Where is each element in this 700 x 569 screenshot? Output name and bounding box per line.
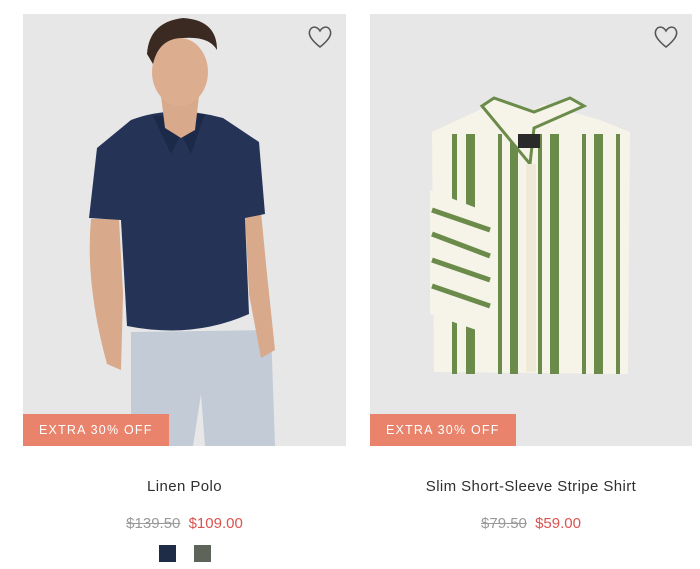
sale-price: $109.00 — [188, 515, 243, 532]
color-swatches — [23, 545, 346, 562]
product-image-linen-polo[interactable]: EXTRA 30% OFF — [23, 14, 346, 446]
wishlist-heart-icon[interactable] — [652, 24, 680, 50]
product-card-stripe-shirt[interactable]: EXTRA 30% OFF Slim Short-Sleeve Stripe S… — [370, 0, 692, 569]
price-line: $139.50 $109.00 — [23, 515, 346, 532]
discount-badge: EXTRA 30% OFF — [370, 414, 516, 446]
original-price: $79.50 — [481, 515, 527, 532]
original-price: $139.50 — [126, 515, 181, 532]
sale-price: $59.00 — [535, 515, 581, 532]
product-name[interactable]: Slim Short-Sleeve Stripe Shirt — [370, 478, 692, 495]
product-card-linen-polo[interactable]: EXTRA 30% OFF Linen Polo $139.50 $109.00 — [23, 0, 346, 569]
product-name[interactable]: Linen Polo — [23, 478, 346, 495]
product-image-stripe-shirt[interactable]: EXTRA 30% OFF — [370, 14, 692, 446]
swatch-olive-gray[interactable] — [193, 545, 211, 562]
price-line: $79.50 $59.00 — [370, 515, 692, 532]
wishlist-heart-icon[interactable] — [306, 24, 334, 50]
linen-polo-photo — [23, 14, 346, 446]
stripe-shirt-photo — [370, 14, 692, 446]
swatch-navy[interactable] — [158, 545, 176, 562]
discount-badge: EXTRA 30% OFF — [23, 414, 169, 446]
